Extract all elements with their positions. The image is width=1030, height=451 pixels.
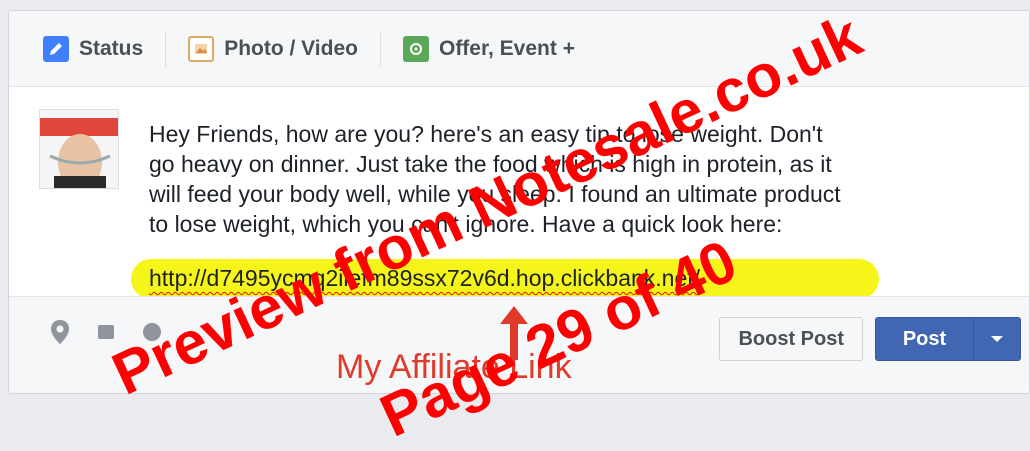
message-line: go heavy on dinner. Just take the food w… bbox=[149, 151, 832, 177]
emoji-icon[interactable] bbox=[141, 319, 163, 345]
tab-divider bbox=[165, 30, 167, 67]
tab-offer-event[interactable]: Offer, Event + bbox=[402, 29, 575, 69]
composer-tabs: Status Photo / Video Offer, Event + bbox=[9, 11, 1029, 87]
footer-tools bbox=[49, 319, 163, 345]
tab-status[interactable]: Status bbox=[43, 29, 143, 69]
tab-divider bbox=[379, 30, 381, 67]
affiliate-link[interactable]: http://d7495ycmq2ilefm89ssx72v6d.hop.cli… bbox=[149, 265, 700, 292]
tab-label: Photo / Video bbox=[224, 36, 358, 60]
annotation-label: My Affiliate Link bbox=[336, 348, 572, 386]
photo-icon bbox=[188, 35, 215, 62]
message-line: to lose weight, which you can't ignore. … bbox=[149, 211, 783, 237]
location-pin-icon[interactable] bbox=[49, 319, 71, 345]
message-line: will feed your body well, while you slee… bbox=[149, 181, 841, 207]
chevron-down-icon[interactable] bbox=[974, 334, 1020, 344]
tab-photo-video[interactable]: Photo / Video bbox=[188, 29, 358, 69]
post-message[interactable]: Hey Friends, how are you? here's an easy… bbox=[149, 119, 1019, 239]
tag-icon[interactable] bbox=[95, 319, 117, 345]
boost-post-button[interactable]: Boost Post bbox=[719, 317, 863, 361]
pencil-icon bbox=[43, 35, 69, 62]
post-button-label: Post bbox=[902, 327, 947, 350]
tab-label: Offer, Event + bbox=[438, 36, 575, 60]
message-line: Hey Friends, how are you? here's an easy… bbox=[149, 121, 823, 147]
offer-icon bbox=[402, 35, 429, 62]
tab-label: Status bbox=[79, 36, 144, 60]
avatar bbox=[39, 109, 119, 189]
post-button[interactable]: Post bbox=[875, 317, 1021, 361]
